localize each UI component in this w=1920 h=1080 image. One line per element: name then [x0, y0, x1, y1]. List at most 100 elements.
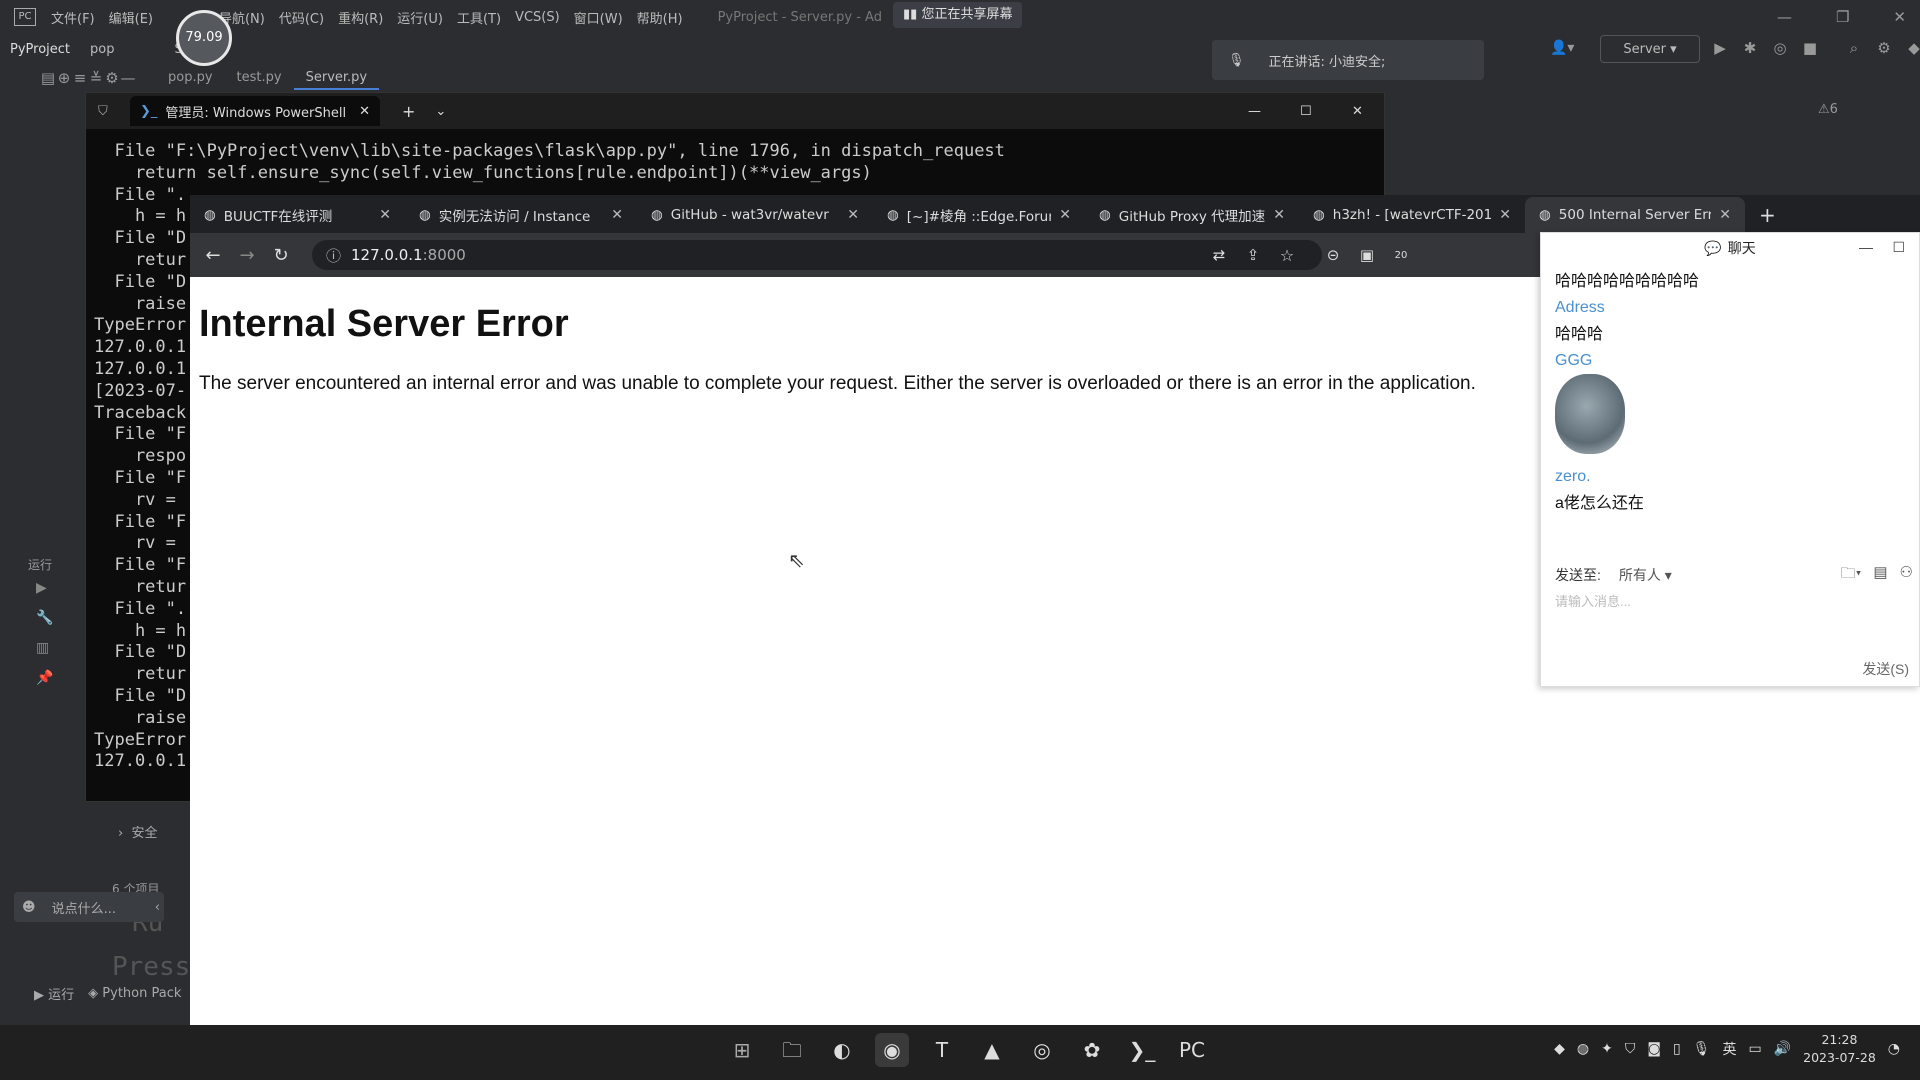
wrench-icon[interactable]: 🔧 — [36, 610, 53, 626]
jetbrains-icon[interactable]: ◆ — [1906, 40, 1920, 56]
search-icon[interactable]: ⌕ — [1846, 40, 1862, 56]
debug-icon[interactable]: ✱ — [1742, 40, 1758, 56]
notification-icon[interactable]: ◔ — [1888, 1041, 1900, 1057]
chat-send-button[interactable]: 发送(S) — [1862, 659, 1909, 679]
edge-icon[interactable]: ◐ — [825, 1033, 859, 1067]
terminal-icon[interactable]: ❯_ — [1125, 1033, 1159, 1067]
hide-icon[interactable]: — — [120, 70, 136, 86]
tab-close-icon[interactable]: ✕ — [847, 207, 859, 223]
tree-item-security[interactable]: › 安全 — [118, 822, 157, 841]
tab-dropdown-icon[interactable]: ⌄ — [435, 104, 446, 119]
pin-icon[interactable]: 📌 — [36, 670, 53, 686]
photos-icon[interactable]: ▲ — [975, 1033, 1009, 1067]
translate-icon[interactable]: ⇄ — [1202, 246, 1236, 264]
reload-icon[interactable]: ↻ — [264, 245, 298, 266]
gear-icon[interactable]: ⚙ — [1876, 40, 1892, 56]
start-icon[interactable]: ⊞ — [725, 1033, 759, 1067]
settings-icon[interactable]: ⚙ — [104, 70, 120, 86]
pycharm-icon[interactable]: PC — [1175, 1033, 1209, 1067]
network-icon[interactable]: ▭ — [1748, 1041, 1761, 1057]
problems-badge[interactable]: ⚠6 — [1818, 102, 1838, 117]
file-explorer-icon[interactable]: 🗀 — [775, 1033, 809, 1067]
editor-tab-server[interactable]: Server.py — [293, 66, 380, 90]
extension-badge[interactable]: 20 — [1384, 250, 1418, 261]
share-icon[interactable]: ⇪ — [1236, 246, 1270, 264]
editor-tab-test[interactable]: test.py — [225, 66, 294, 90]
tray-camera-icon[interactable]: ◙ — [1647, 1041, 1661, 1057]
tray-phone-icon[interactable]: ▯ — [1673, 1041, 1681, 1057]
browser-tab[interactable]: ◍ 500 Internal Server Erro ✕ — [1525, 197, 1745, 233]
send-to-select[interactable]: 所有人 ▾ — [1619, 565, 1672, 585]
browser-tab[interactable]: ◍ GitHub - wat3vr/watevr ✕ — [637, 197, 873, 233]
ps-minimize-icon[interactable]: — — [1248, 104, 1261, 119]
typora-icon[interactable]: T — [925, 1033, 959, 1067]
expand-icon[interactable]: ≡ — [72, 70, 88, 86]
collapse-icon[interactable]: ≚ — [88, 70, 104, 86]
chat-minimize-icon[interactable]: — — [1859, 239, 1873, 255]
tray-wifi-icon[interactable]: ✦ — [1601, 1041, 1613, 1057]
run-icon[interactable]: ▶ — [1712, 40, 1728, 56]
menu-file[interactable]: 文件(F) — [44, 8, 102, 27]
ps-maximize-icon[interactable]: ☐ — [1300, 104, 1312, 119]
close-icon[interactable]: ✕ — [1893, 8, 1906, 26]
menu-run[interactable]: 运行(U) — [390, 8, 450, 27]
tab-close-icon[interactable]: ✕ — [379, 207, 391, 223]
editor-tab-pop[interactable]: pop.py — [156, 66, 225, 90]
chat-quick-input[interactable]: ☻ 说点什么... ‹ — [14, 892, 164, 922]
coverage-icon[interactable]: ◎ — [1772, 40, 1788, 56]
tab-close-icon[interactable]: ✕ — [1499, 207, 1511, 223]
user-icon[interactable]: 👤▾ — [1550, 40, 1574, 56]
screenshot-icon[interactable]: ▤ — [1873, 563, 1887, 588]
address-bar[interactable]: ⓘ 127.0.0.1:8000 — [312, 240, 1322, 270]
powershell-tab[interactable]: ❯_ 管理员: Windows PowerShell ✕ — [130, 96, 380, 126]
target-icon[interactable]: ⊕ — [56, 70, 72, 86]
tray-mic-icon[interactable]: 🎙 — [1693, 1041, 1711, 1057]
browser-tab[interactable]: ◍ [~]#棱角 ::Edge.Forum* ✕ — [873, 197, 1085, 233]
tab-close-icon[interactable]: ✕ — [1273, 207, 1285, 223]
folder-icon[interactable]: 🗀▾ — [1841, 563, 1862, 588]
stop-icon[interactable]: ■ — [1802, 40, 1818, 56]
forward-icon[interactable]: → — [230, 245, 264, 266]
minimize-icon[interactable]: — — [1777, 8, 1792, 26]
timer-badge[interactable]: 79.09 — [176, 10, 232, 66]
person-icon[interactable]: ⚇ — [1900, 563, 1913, 588]
breadcrumb-folder[interactable]: pop — [80, 42, 124, 57]
layout-icon[interactable]: ▥ — [36, 640, 53, 656]
emoji-icon[interactable]: ☻ — [22, 900, 36, 915]
collapse-arrow-icon[interactable]: ‹ — [155, 900, 160, 915]
chat-maximize-icon[interactable]: ☐ — [1892, 239, 1905, 256]
breadcrumb-project[interactable]: PyProject — [0, 42, 80, 57]
volume-icon[interactable]: 🔊 — [1774, 1041, 1791, 1057]
menu-help[interactable]: 帮助(H) — [630, 8, 690, 27]
bottom-tab-run[interactable]: ▶ 运行 — [34, 984, 74, 1003]
chrome-icon[interactable]: ◉ — [875, 1033, 909, 1067]
input-language[interactable]: 英 — [1722, 1039, 1736, 1059]
run-config-select[interactable]: Server ▾ — [1600, 35, 1700, 63]
tab-close-icon[interactable]: ✕ — [1719, 207, 1731, 223]
tray-app-icon[interactable]: ◆ — [1554, 1041, 1565, 1057]
menu-window[interactable]: 窗口(W) — [567, 8, 630, 27]
new-tab-icon[interactable]: + — [1745, 197, 1790, 233]
browser-tab[interactable]: ◍ 实例无法访问 / Instance ✕ — [405, 197, 637, 233]
chat-image[interactable] — [1555, 374, 1625, 454]
clock[interactable]: 21:28 2023-07-28 — [1803, 1031, 1876, 1067]
extension-icon[interactable]: ⊝ — [1316, 246, 1350, 264]
tab-close-icon[interactable]: ✕ — [359, 104, 370, 119]
qr-icon[interactable]: ▣ — [1350, 246, 1384, 264]
chat-input[interactable]: 请输入消息... — [1555, 591, 1631, 610]
browser-tab[interactable]: ◍ GitHub Proxy 代理加速 ✕ — [1085, 197, 1299, 233]
menu-tools[interactable]: 工具(T) — [450, 8, 508, 27]
tray-globe-icon[interactable]: ◍ — [1577, 1041, 1589, 1057]
restore-icon[interactable]: ❐ — [1836, 8, 1849, 26]
tab-close-icon[interactable]: ✕ — [1059, 207, 1071, 223]
menu-refactor[interactable]: 重构(R) — [331, 8, 390, 27]
browser2-icon[interactable]: ◎ — [1025, 1033, 1059, 1067]
bottom-tab-python-packages[interactable]: ◈ Python Pack — [88, 986, 181, 1001]
new-tab-icon[interactable]: + — [402, 102, 415, 121]
project-view-icon[interactable]: ▤ — [40, 70, 56, 86]
ps-close-icon[interactable]: ✕ — [1352, 104, 1363, 119]
bookmark-icon[interactable]: ☆ — [1270, 246, 1304, 265]
app-icon[interactable]: ✿ — [1075, 1033, 1109, 1067]
menu-code[interactable]: 代码(C) — [272, 8, 331, 27]
menu-vcs[interactable]: VCS(S) — [508, 10, 567, 25]
